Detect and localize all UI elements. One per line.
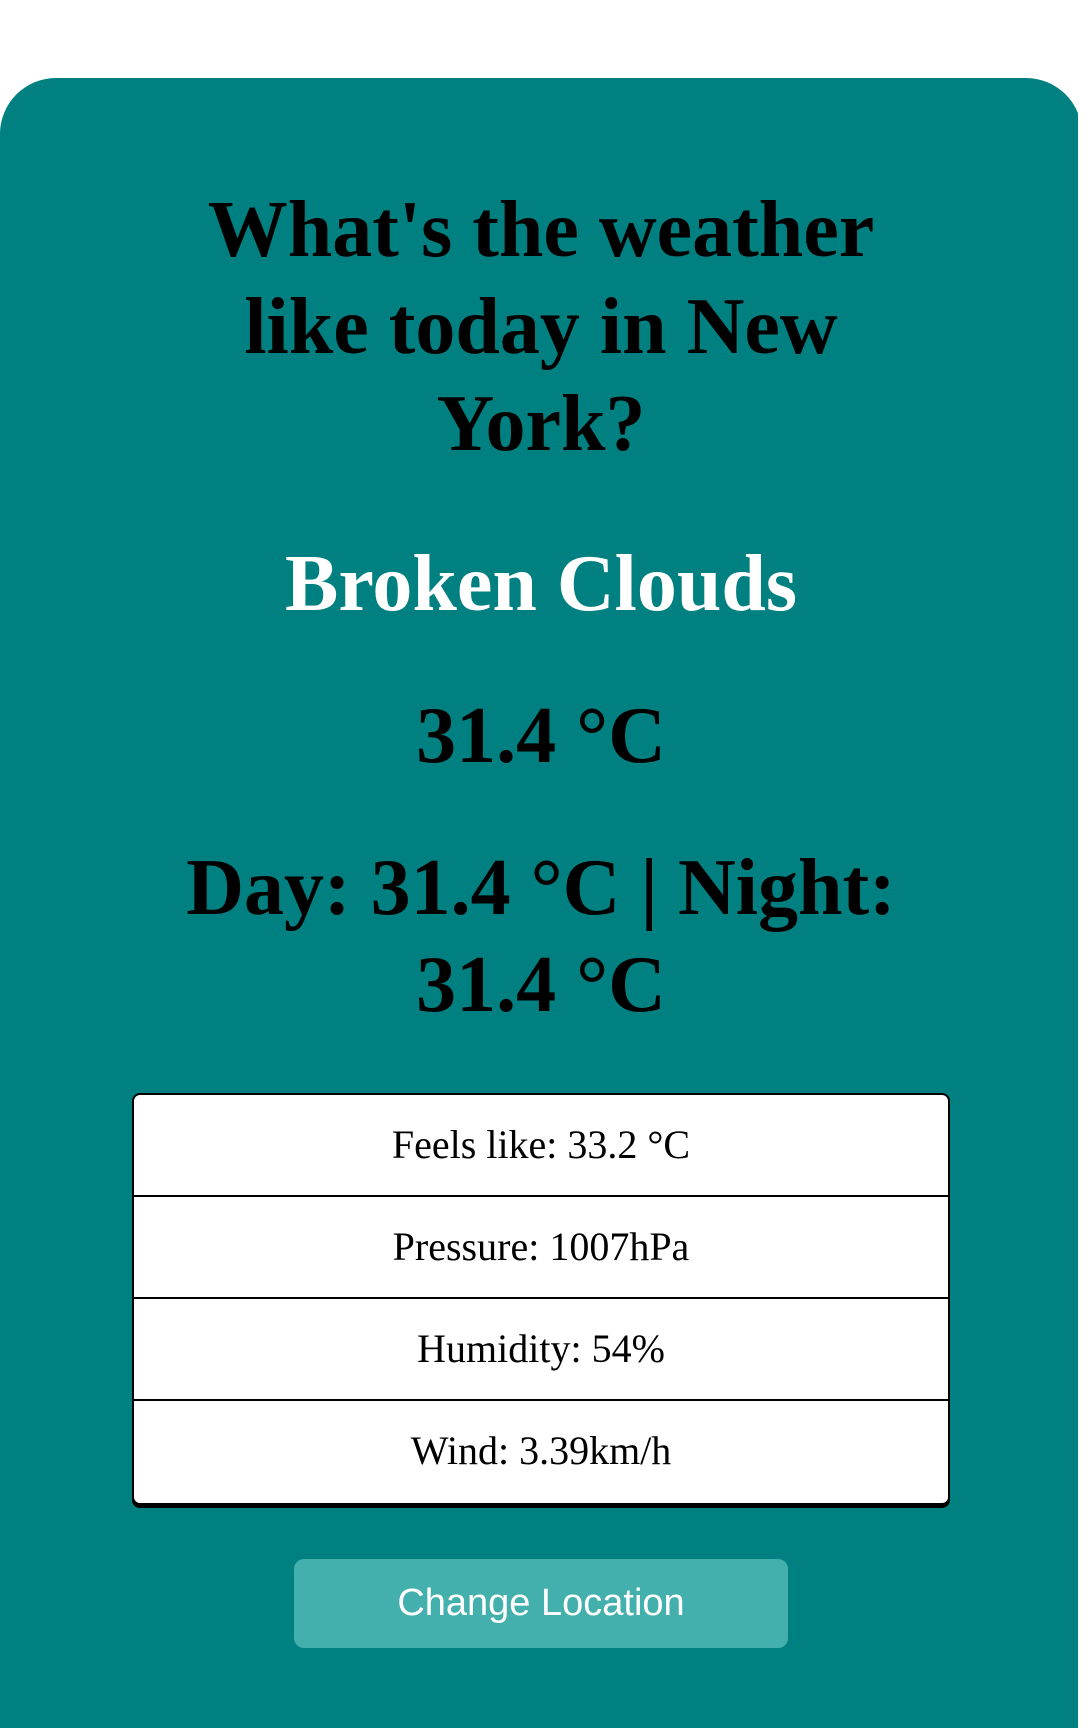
weather-question-heading: What's the weather like today in New Yor… [207, 186, 875, 468]
weather-card: What's the weather like today in New Yor… [0, 78, 1082, 1728]
weather-description: Broken Clouds [284, 540, 798, 628]
current-temperature: 31.4 °C [416, 692, 666, 780]
weather-details-list: Feels like: 33.2 °C Pressure: 1007hPa Hu… [132, 1093, 950, 1505]
page-edge [1078, 0, 1082, 1733]
humidity-row: Humidity: 54% [134, 1299, 948, 1401]
pressure-row: Pressure: 1007hPa [134, 1197, 948, 1299]
day-night-temperature: Day: 31.4 °C | Night: 31.4 °C [186, 844, 896, 1029]
change-location-button[interactable]: Change Location [294, 1559, 788, 1648]
wind-row: Wind: 3.39km/h [410, 1428, 672, 1473]
feels-like-row: Feels like: 33.2 °C [134, 1095, 948, 1197]
